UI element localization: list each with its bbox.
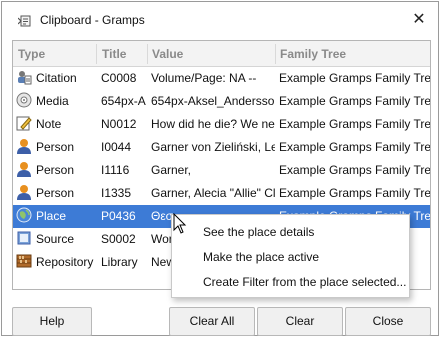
column-header-family-tree[interactable]: Family Tree (275, 41, 346, 67)
note-icon (16, 115, 32, 131)
person-icon (16, 184, 32, 200)
row-title: I1335 (101, 186, 132, 200)
row-type-cell: Source (16, 228, 96, 251)
column-header-type[interactable]: Type (13, 41, 45, 67)
row-type: Person (36, 140, 75, 154)
row-type: Place (36, 209, 67, 223)
close-button[interactable]: Close (345, 307, 431, 336)
mouse-pointer-icon (173, 212, 187, 235)
row-value: Volume/Page: NA -- (151, 71, 257, 85)
table-row[interactable]: Person I1335 Garner, Alecia "Allie" Cl E… (13, 182, 430, 205)
row-value: How did he die? We nee (151, 117, 275, 131)
row-family-tree: Example Gramps Family Tree (279, 94, 431, 108)
source-icon (16, 230, 32, 246)
person-icon (16, 138, 32, 154)
menu-item-see-place-details[interactable]: See the place details (172, 221, 409, 243)
row-title: 654px-A (101, 94, 146, 108)
clear-button[interactable]: Clear (257, 307, 343, 336)
row-value: 654px-Aksel_Andersson (151, 94, 275, 108)
row-title: S0002 (101, 232, 136, 246)
row-type: Note (36, 117, 62, 131)
menu-item-make-place-active[interactable]: Make the place active (172, 246, 409, 268)
button-bar: Help Clear All Clear Close (2, 300, 438, 336)
table-row[interactable]: Note N0012 How did he die? We nee Exampl… (13, 113, 430, 136)
table-row[interactable]: Person I1116 Garner, Example Gramps Fami… (13, 159, 430, 182)
place-context-menu: See the place details Make the place act… (171, 214, 410, 298)
table-row[interactable]: Media 654px-A 654px-Aksel_Andersson Exam… (13, 90, 430, 113)
row-value: Garner, Alecia "Allie" Cl (151, 186, 275, 200)
column-header-title[interactable]: Title (97, 41, 126, 67)
media-icon (16, 92, 32, 108)
menu-item-create-filter[interactable]: Create Filter from the place selected... (172, 271, 409, 293)
row-type-cell: Citation (16, 67, 96, 90)
person-icon (16, 161, 32, 177)
row-family-tree: Example Gramps Family Tree (279, 186, 431, 200)
window-title: Clipboard - Gramps (40, 13, 145, 27)
table-row[interactable]: Citation C0008 Volume/Page: NA -- Exampl… (13, 67, 430, 90)
place-icon (16, 207, 32, 223)
row-type: Person (36, 163, 75, 177)
row-family-tree: Example Gramps Family Tree (279, 140, 431, 154)
title-bar: Clipboard - Gramps ✕ (2, 2, 438, 36)
column-header-value[interactable]: Value (147, 41, 183, 67)
row-title: Library (101, 255, 138, 269)
table-header: Type Title Value Family Tree (13, 41, 430, 67)
row-type-cell: Repository (16, 251, 96, 274)
row-title: N0012 (101, 117, 137, 131)
row-family-tree: Example Gramps Family Tree (279, 117, 431, 131)
row-type-cell: Person (16, 159, 96, 182)
row-type-cell: Person (16, 136, 96, 159)
table-row[interactable]: Person I0044 Garner von Zieliński, Le Ex… (13, 136, 430, 159)
citation-icon (16, 69, 32, 85)
row-family-tree: Example Gramps Family Tree (279, 71, 431, 85)
help-button[interactable]: Help (12, 307, 92, 336)
close-window-icon[interactable]: ✕ (410, 11, 428, 29)
row-title: C0008 (101, 71, 137, 85)
row-type: Source (36, 232, 75, 246)
row-title: I0044 (101, 140, 132, 154)
row-type: Media (36, 94, 69, 108)
row-type-cell: Media (16, 90, 96, 113)
row-type-cell: Person (16, 182, 96, 205)
clipboard-app-icon (17, 14, 34, 28)
row-type-cell: Note (16, 113, 96, 136)
row-type-cell: Place (16, 205, 96, 228)
row-type: Citation (36, 71, 77, 85)
row-value: Garner von Zieliński, Le (151, 140, 275, 154)
row-type: Repository (36, 255, 94, 269)
row-type: Person (36, 186, 75, 200)
row-title: P0436 (101, 209, 136, 223)
row-value: Garner, (151, 163, 192, 177)
row-title: I1116 (101, 163, 130, 177)
clear-all-button[interactable]: Clear All (169, 307, 255, 336)
row-family-tree: Example Gramps Family Tree (279, 163, 431, 177)
repository-icon (16, 253, 32, 269)
